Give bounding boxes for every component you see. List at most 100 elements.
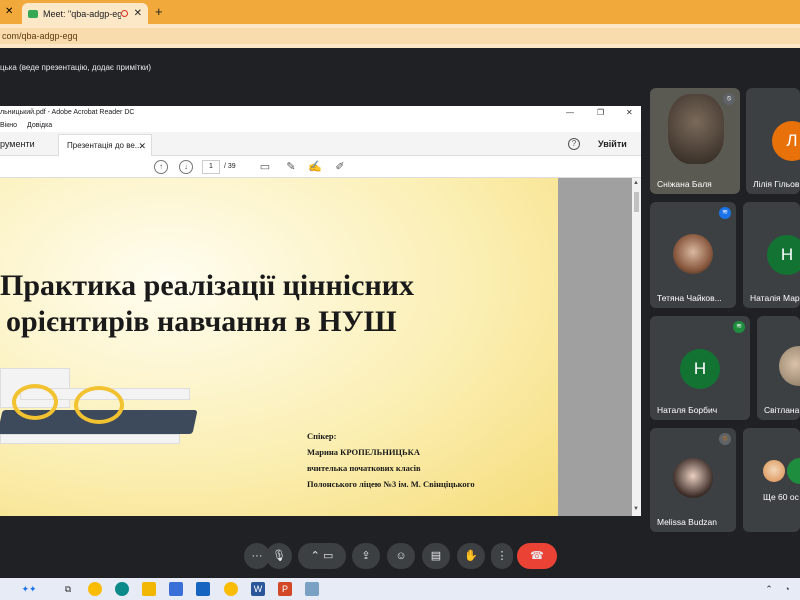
more-participants-label: Ще 60 ос [763, 492, 799, 502]
speaker-school: Полонського ліцею №3 ім. М. Свінціцького [307, 479, 475, 489]
participant-name: Наталія Мар [750, 293, 800, 303]
next-page-icon[interactable]: ↓ [179, 160, 193, 174]
page-total: / 39 [224, 163, 236, 170]
fill-sign-icon[interactable]: ✐ [333, 160, 347, 174]
recording-icon [120, 10, 128, 17]
sign-in-button[interactable]: Увійти [598, 132, 627, 156]
address-bar-area: com/qba-adgp-egq [0, 24, 800, 48]
leave-call-button[interactable]: ☎ [517, 543, 557, 569]
menu-help[interactable]: Довідка [27, 122, 52, 129]
edge-icon[interactable] [115, 582, 129, 596]
avatar: Н [680, 349, 720, 389]
avatar [673, 458, 713, 498]
scroll-down-icon[interactable]: ▼ [633, 506, 639, 512]
camera-button[interactable]: ⌃ ▭ [298, 543, 346, 569]
speaking-icon: ≋ [719, 207, 731, 219]
chrome-icon[interactable] [88, 582, 102, 596]
glasses-lens-right [74, 386, 124, 424]
browser-tab-strip: ✕ Meet: "qba-adgp-egq" ✕ + [0, 0, 800, 24]
task-view-icon[interactable]: ⧉ [61, 582, 75, 596]
document-viewport: Практика реалізації ціннісних орієнтирів… [0, 178, 641, 516]
chevron-up-icon: ⌃ [310, 550, 320, 562]
comment-icon[interactable]: ▭ [258, 160, 272, 174]
more-vert-icon: ⋮ [496, 550, 508, 562]
url-field[interactable]: com/qba-adgp-egq [0, 28, 800, 44]
acrobat-title-bar: льницький.pdf - Adobe Acrobat Reader DC … [0, 106, 641, 120]
avatar: Л [772, 121, 800, 161]
present-button[interactable]: ⇪ [352, 543, 380, 569]
file-explorer-icon[interactable] [142, 582, 156, 596]
slide-title-line1: Практика реалізації ціннісних [0, 269, 415, 302]
participant-name: Тетяна Чайков... [657, 293, 722, 303]
tab-tools[interactable]: рументи [0, 132, 56, 156]
acrobat-tabs: рументи Презентація до ве... ✕ ? Увійти [0, 132, 641, 156]
participant-tile[interactable]: Світлана [757, 316, 800, 420]
speaker-role: вчителька початкових класів [307, 463, 421, 473]
mail-icon[interactable] [196, 582, 210, 596]
restore-icon[interactable]: ❐ [597, 106, 604, 120]
close-doc-icon[interactable]: ✕ [138, 135, 146, 157]
participant-tile[interactable]: ⦸ Melissa Budzan [650, 428, 736, 532]
camera-icon: ▭ [322, 550, 334, 562]
mic-button[interactable]: 🎙 [266, 543, 292, 569]
word-icon[interactable]: W [251, 582, 265, 596]
help-icon[interactable]: ? [568, 138, 580, 150]
app-icon[interactable] [305, 582, 319, 596]
avatar [787, 458, 800, 484]
prev-page-icon[interactable]: ↑ [154, 160, 168, 174]
participant-name: Наталя Борбич [657, 405, 718, 415]
close-tab-icon[interactable]: ✕ [134, 8, 142, 19]
shared-screen: льницький.pdf - Adobe Acrobat Reader DC … [0, 106, 641, 516]
glasses-lens-left [12, 384, 58, 420]
pdf-slide: Практика реалізації ціннісних орієнтирів… [0, 178, 558, 516]
captions-icon: ▤ [430, 550, 442, 562]
participant-tile[interactable]: Л Лілія Гільов [746, 88, 800, 194]
paper-sheet [0, 434, 180, 444]
highlight-pen-icon[interactable]: ✎ [284, 160, 298, 174]
speaker-label: Спікер: [307, 431, 337, 441]
more-options-button[interactable]: ⋮ [491, 543, 513, 569]
participant-tile[interactable]: Н ≋ Наталя Борбич [650, 316, 750, 420]
new-tab-icon[interactable]: + [155, 4, 163, 19]
browser-tab-meet[interactable]: Meet: "qba-adgp-egq" ✕ [22, 3, 148, 24]
mic-muted-icon: ⦸ [723, 93, 735, 105]
participant-tile[interactable]: ⦸ Сніжана Баля [650, 88, 740, 194]
close-icon[interactable]: ✕ [5, 6, 13, 17]
store-icon[interactable] [169, 582, 183, 596]
participant-name: Melissa Budzan [657, 517, 718, 527]
mic-active-icon: ≋ [733, 321, 745, 333]
reactions-button[interactable]: ☺ [387, 543, 415, 569]
tab-document[interactable]: Презентація до ве... ✕ [58, 134, 152, 156]
participant-tile[interactable]: ≋ Тетяна Чайков... [650, 202, 736, 308]
menu-window[interactable]: Вікно [0, 122, 17, 129]
more-participants-tile[interactable]: Ще 60 ос [743, 428, 800, 532]
avatar [761, 458, 787, 484]
powerpoint-icon[interactable]: P [278, 582, 292, 596]
avatar [779, 346, 800, 386]
tray-chevron-icon[interactable]: ⌃ [762, 582, 776, 596]
hand-icon: ✋ [464, 550, 478, 562]
network-icon[interactable]: ◔ [780, 582, 794, 596]
emoji-icon: ☺ [395, 550, 407, 562]
sign-icon[interactable]: ✍ [308, 160, 322, 174]
tab-title: Meet: "qba-adgp-egq" [43, 8, 121, 19]
avatar [673, 234, 713, 274]
acrobat-toolbar: ↑ ↓ 1 / 39 ▭ ✎ ✍ ✐ [0, 156, 641, 178]
raise-hand-button[interactable]: ✋ [457, 543, 485, 569]
window-title: льницький.pdf - Adobe Acrobat Reader DC [0, 109, 135, 116]
meet-top-spacer [0, 48, 800, 58]
participant-name: Світлана [764, 405, 800, 415]
participant-tile[interactable]: Н Наталія Мар [743, 202, 800, 308]
doc-scrollbar[interactable]: ▲ ▼ [632, 178, 641, 516]
window-close-icon[interactable]: ✕ [626, 106, 633, 120]
slide-title-line2: орієнтирів навчання в НУШ [6, 305, 397, 338]
scroll-up-icon[interactable]: ▲ [633, 180, 639, 186]
page-number-input[interactable]: 1 [202, 160, 220, 174]
captions-button[interactable]: ▤ [422, 543, 450, 569]
chrome-active-icon[interactable] [224, 582, 238, 596]
participant-video [668, 94, 724, 164]
widgets-icon[interactable]: ✦✦ [14, 582, 44, 596]
tab-document-label: Презентація до ве... [67, 141, 142, 150]
minimize-icon[interactable]: — [566, 106, 574, 120]
scroll-thumb[interactable] [634, 192, 639, 212]
